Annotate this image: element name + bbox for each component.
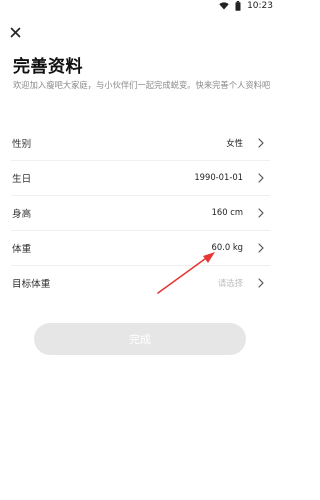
- status-time: 10:23: [247, 1, 273, 11]
- chevron-right-icon: [258, 278, 264, 288]
- row-label: 目标体重: [12, 279, 51, 290]
- row-value: 女性: [226, 138, 243, 148]
- chevron-right-icon: [258, 173, 264, 183]
- row-value: 60.0 kg: [211, 242, 243, 252]
- close-button[interactable]: [9, 25, 23, 39]
- page-title: 完善资料: [13, 57, 83, 77]
- chevron-right-icon: [258, 138, 264, 148]
- row-label: 体重: [12, 244, 32, 255]
- chevron-right-icon: [258, 243, 264, 253]
- close-icon: [10, 27, 21, 38]
- row-weight[interactable]: 体重 60.0 kg: [11, 231, 270, 266]
- profile-form: 性别 女性 生日 1990-01-01 身高 160 cm 体重 60.0 kg…: [0, 126, 281, 301]
- row-gender[interactable]: 性别 女性: [11, 126, 270, 161]
- status-icons: 10:23: [219, 1, 273, 11]
- row-target-weight[interactable]: 目标体重 请选择: [11, 266, 270, 301]
- row-value: 1990-01-01: [194, 172, 243, 182]
- battery-icon: [235, 1, 241, 11]
- row-height[interactable]: 身高 160 cm: [11, 196, 270, 231]
- wifi-icon: [219, 2, 229, 10]
- row-placeholder: 请选择: [217, 278, 243, 288]
- status-bar: 10:23: [0, 0, 281, 14]
- row-value: 160 cm: [211, 207, 243, 217]
- chevron-right-icon: [258, 208, 264, 218]
- page-subtitle: 欢迎加入瘦吧大家庭，与小伙伴们一起完成蜕变。快来完善个人资料吧: [13, 80, 271, 90]
- submit-button[interactable]: 完成: [34, 323, 246, 355]
- row-label: 生日: [12, 174, 32, 185]
- row-birthday[interactable]: 生日 1990-01-01: [11, 161, 270, 196]
- row-label: 身高: [12, 209, 32, 220]
- row-label: 性别: [12, 139, 32, 150]
